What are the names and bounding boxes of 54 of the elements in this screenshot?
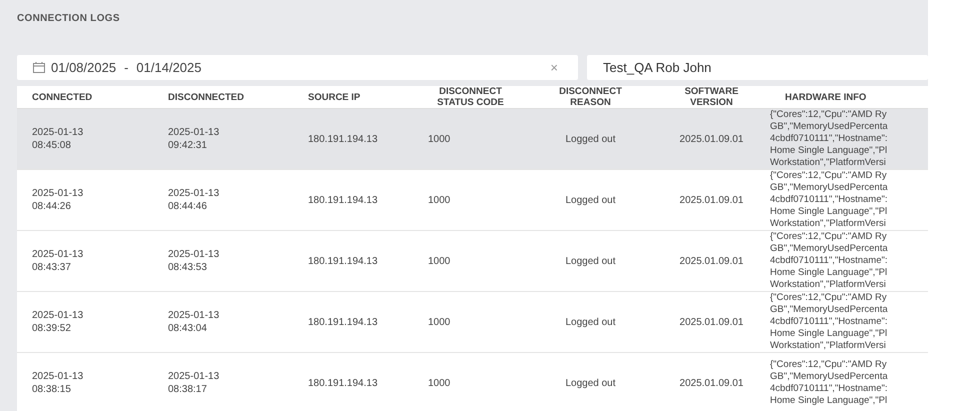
table-cell-text: {"Cores":12,"Cpu":"AMD Ry GB","MemoryUsedPercenta 4cbdf0710111","Hostname": Home Single Language","Pl Workstation","PlatformVersi — [770, 231, 889, 291]
table-row[interactable] — [17, 292, 928, 353]
date-separator: - — [124, 60, 128, 75]
table-cell-text: 2025-01-13 09:42:31 — [167, 126, 220, 152]
table-cell-text: Logged out — [564, 194, 617, 206]
table-row[interactable] — [17, 231, 928, 292]
column-header: DISCONNECT STATUS CODE — [436, 86, 505, 108]
table-cell-text: 1000 — [427, 194, 452, 206]
table-cell-text: 2025.01.09.01 — [678, 316, 744, 328]
date-range-field[interactable]: 01/08/2025 - 01/14/2025 × — [17, 55, 578, 80]
table-cell-text: 2025.01.09.01 — [678, 132, 744, 146]
table-cell-text: 1000 — [427, 254, 452, 268]
table-cell-text: 180.191.194.13 — [307, 194, 379, 206]
table-cell-text: 2025-01-13 08:39:52 — [31, 309, 84, 335]
table-cell-text: 2025-01-13 08:45:08 — [31, 126, 84, 152]
column-header: HARDWARE INFO — [784, 92, 868, 102]
column-header: SOURCE IP — [307, 92, 362, 102]
table-cell-text: 180.191.194.13 — [307, 316, 379, 328]
table-cell-text: {"Cores":12,"Cpu":"AMD Ry GB","MemoryUsedPercenta 4cbdf0710111","Hostname": Home Single Language","Pl — [770, 359, 889, 407]
table-cell-text: 180.191.194.13 — [307, 254, 379, 268]
table-cell-text: 2025-01-13 08:43:53 — [167, 248, 220, 274]
table-row[interactable] — [17, 170, 928, 231]
table-cell-text: 2025-01-13 08:44:46 — [167, 187, 220, 213]
column-header: DISCONNECT REASON — [558, 86, 623, 108]
end-date: 01/14/2025 — [136, 60, 202, 75]
table-cell-text: 2025.01.09.01 — [678, 254, 744, 268]
table-cell-text: 2025-01-13 08:38:17 — [167, 370, 220, 396]
search-field[interactable]: Test_QA Rob John — [587, 55, 928, 80]
table-cell-text: Logged out — [564, 254, 617, 268]
table-cell-text: Logged out — [564, 132, 617, 146]
table-cell-text: {"Cores":12,"Cpu":"AMD Ry GB","MemoryUsedPercenta 4cbdf0710111","Hostname": Home Single Language","Pl Workstation","PlatformVersi — [770, 170, 889, 230]
table-cell-text: 2025-01-13 08:43:37 — [31, 248, 84, 274]
table-cell-text: Logged out — [564, 316, 617, 328]
table-cell-text: 2025-01-13 08:38:15 — [31, 370, 84, 396]
table-cell-text: {"Cores":12,"Cpu":"AMD Ry GB","MemoryUsedPercenta 4cbdf0710111","Hostname": Home Single Language","Pl Workstation","PlatformVersi — [770, 292, 889, 352]
table-cell-text: 2025-01-13 08:44:26 — [31, 187, 84, 213]
table-cell-text: 1000 — [427, 132, 452, 146]
table-cell-text: Logged out — [564, 376, 617, 390]
page-title: CONNECTION LOGS — [17, 13, 121, 24]
column-header: SOFTWARE VERSION — [684, 86, 740, 108]
table-cell-text: {"Cores":12,"Cpu":"AMD Ry GB","MemoryUsedPercenta 4cbdf0710111","Hostname": Home Single Language","Pl Workstation","PlatformVersi — [770, 109, 889, 169]
column-header: DISCONNECTED — [167, 92, 246, 102]
column-header: CONNECTED — [31, 92, 94, 102]
table-row[interactable] — [17, 109, 928, 170]
table-cell-text: 2025.01.09.01 — [678, 194, 744, 206]
calendar-icon — [33, 62, 45, 73]
table-cell-text: 180.191.194.13 — [307, 376, 379, 390]
table-row[interactable]: 2025-01-13 08:38:15 2025-01-13 08:38:17 180.191.194.13 1000 Logged out 2025.01.09.01 {"Cores":12,"Cpu":"AMD Ry GB","MemoryUsedPercenta 4cbdf0710111","Hostname": Home Single Language","Pl — [17, 353, 928, 411]
table-cell-text: 180.191.194.13 — [307, 132, 379, 146]
start-date: 01/08/2025 — [51, 60, 116, 75]
table-cell-text: 2025-01-13 08:43:04 — [167, 309, 220, 335]
table-cell-text: 1000 — [427, 376, 452, 390]
table-cell-text: 2025.01.09.01 — [678, 376, 744, 390]
table-cell-text: 1000 — [427, 316, 452, 328]
